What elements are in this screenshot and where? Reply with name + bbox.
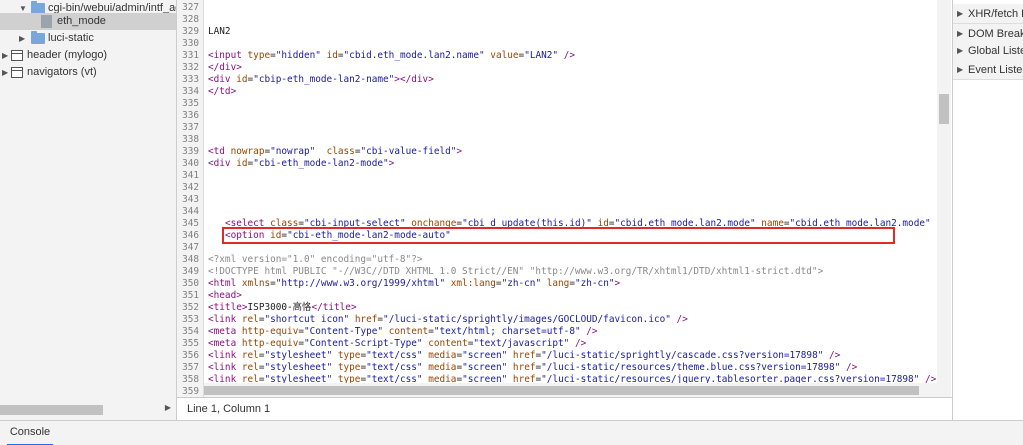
code-text: <!DOCTYPE html PUBLIC "-//W3C//DTD XHTML… [208,266,824,277]
code-text: <input type="hidden" id="cbid.eth_mode.l… [208,50,575,61]
frame-icon [11,67,23,78]
code-text: <div id="cbip-eth_mode-lan2-name"></div> [208,74,434,85]
line-number: 353 [182,314,199,325]
tree-item-label: navigators (vt) [27,66,97,78]
line-number: 350 [182,278,199,289]
bottom-drawer: Console [0,420,1023,445]
line-number: 332 [182,62,199,73]
global-listeners-section[interactable]: ▶ Global Listeners [953,41,1023,61]
line-number: 333 [182,74,199,85]
editor-status-bar: Line 1, Column 1 [177,397,952,420]
scrollbar-thumb[interactable] [939,94,949,124]
line-number: 327 [182,2,199,13]
tree-horizontal-scrollbar[interactable]: ▶ [0,402,176,416]
code-text: </td> [208,86,237,97]
line-number: 351 [182,290,199,301]
line-number: 334 [182,86,199,97]
frame-icon [11,50,23,61]
section-label: Event Listeners [968,64,1023,76]
tab-console[interactable]: Console [7,421,53,445]
line-number: 355 [182,338,199,349]
code-text: <meta http-equiv="Content-Script-Type" c… [208,338,587,349]
code-text: </div> [208,62,242,73]
line-number: 329 [182,26,199,37]
scroll-right-icon[interactable]: ▶ [165,403,171,412]
line-number: 349 [182,266,199,277]
line-number: 343 [182,194,199,205]
line-number: 356 [182,350,199,361]
line-number: 347 [182,242,199,253]
event-listeners-section[interactable]: ▶ Event Listeners [953,60,1023,80]
line-number: 335 [182,98,199,109]
code-text: LAN2 [208,26,231,37]
editor-horizontal-scrollbar[interactable] [204,383,937,397]
code-text: <title>ISP3000-高恪</title> [208,302,357,313]
line-number: 357 [182,362,199,373]
line-number: 345 [182,218,199,229]
file-icon [41,15,52,28]
code-text: <link rel="stylesheet" type="text/css" m… [208,350,841,361]
line-number: 328 [182,14,199,25]
editor-vertical-scrollbar[interactable] [937,0,951,397]
code-text: <?xml version="1.0" encoding="utf-8"?> [208,254,423,265]
code-text: <link rel="shortcut icon" href="/luci-st… [208,314,688,325]
tree-item-label: header (mylogo) [27,49,108,61]
code-text: <link rel="stylesheet" type="text/css" m… [208,362,858,373]
line-number: 336 [182,110,199,121]
code-text: <td nowrap="nowrap" class="cbi-value-fie… [208,146,463,157]
line-number: 346 [182,230,199,241]
line-number: 339 [182,146,199,157]
chevron-right-icon: ▶ [957,65,964,74]
tree-item-label: eth_mode [57,15,106,27]
line-number: 341 [182,170,199,181]
line-number: 330 [182,38,199,49]
file-tree-panel: ▼ cgi-bin/webui/admin/intf_ad eth_mode ▶… [0,0,177,420]
section-label: Global Listeners [968,45,1023,57]
line-number: 337 [182,122,199,133]
debugger-sidebar: ▶ XHR/fetch Breakpoints ▶ DOM Breakpoint… [952,0,1023,420]
folder-icon [31,31,45,44]
code-text: <html xmlns="http://www.w3.org/1999/xhtm… [208,278,621,289]
line-number: 331 [182,50,199,61]
scrollbar-thumb[interactable] [0,405,103,415]
section-label: XHR/fetch Breakpoints [968,8,1023,20]
line-number: 338 [182,134,199,145]
line-number: 352 [182,302,199,313]
chevron-right-icon[interactable]: ▶ [2,64,8,81]
line-number: 344 [182,206,199,217]
chevron-right-icon: ▶ [957,46,964,55]
xhr-breakpoints-section[interactable]: ▶ XHR/fetch Breakpoints [953,4,1023,24]
line-number: 358 [182,374,199,385]
line-number: 354 [182,326,199,337]
chevron-right-icon[interactable]: ▶ [19,30,25,47]
line-number: 340 [182,158,199,169]
code-text: <meta http-equiv="Content-Type" content=… [208,326,598,337]
tree-item-eth-mode[interactable]: eth_mode [0,13,176,30]
cursor-position: Line 1, Column 1 [187,403,271,415]
code-text: <div id="cbi-eth_mode-lan2-mode"> [208,158,395,169]
source-editor[interactable]: 327 328 329 LAN2 330 331 <input type="hidden" … [177,0,952,420]
line-number: 348 [182,254,199,265]
line-number: 342 [182,182,199,193]
highlight-annotation-box [222,227,895,244]
chevron-right-icon: ▶ [957,9,964,18]
tree-item-label: luci-static [48,32,94,44]
code-text: <head> [208,290,242,301]
scrollbar-thumb[interactable] [204,386,919,395]
chevron-right-icon[interactable]: ▶ [2,47,8,64]
